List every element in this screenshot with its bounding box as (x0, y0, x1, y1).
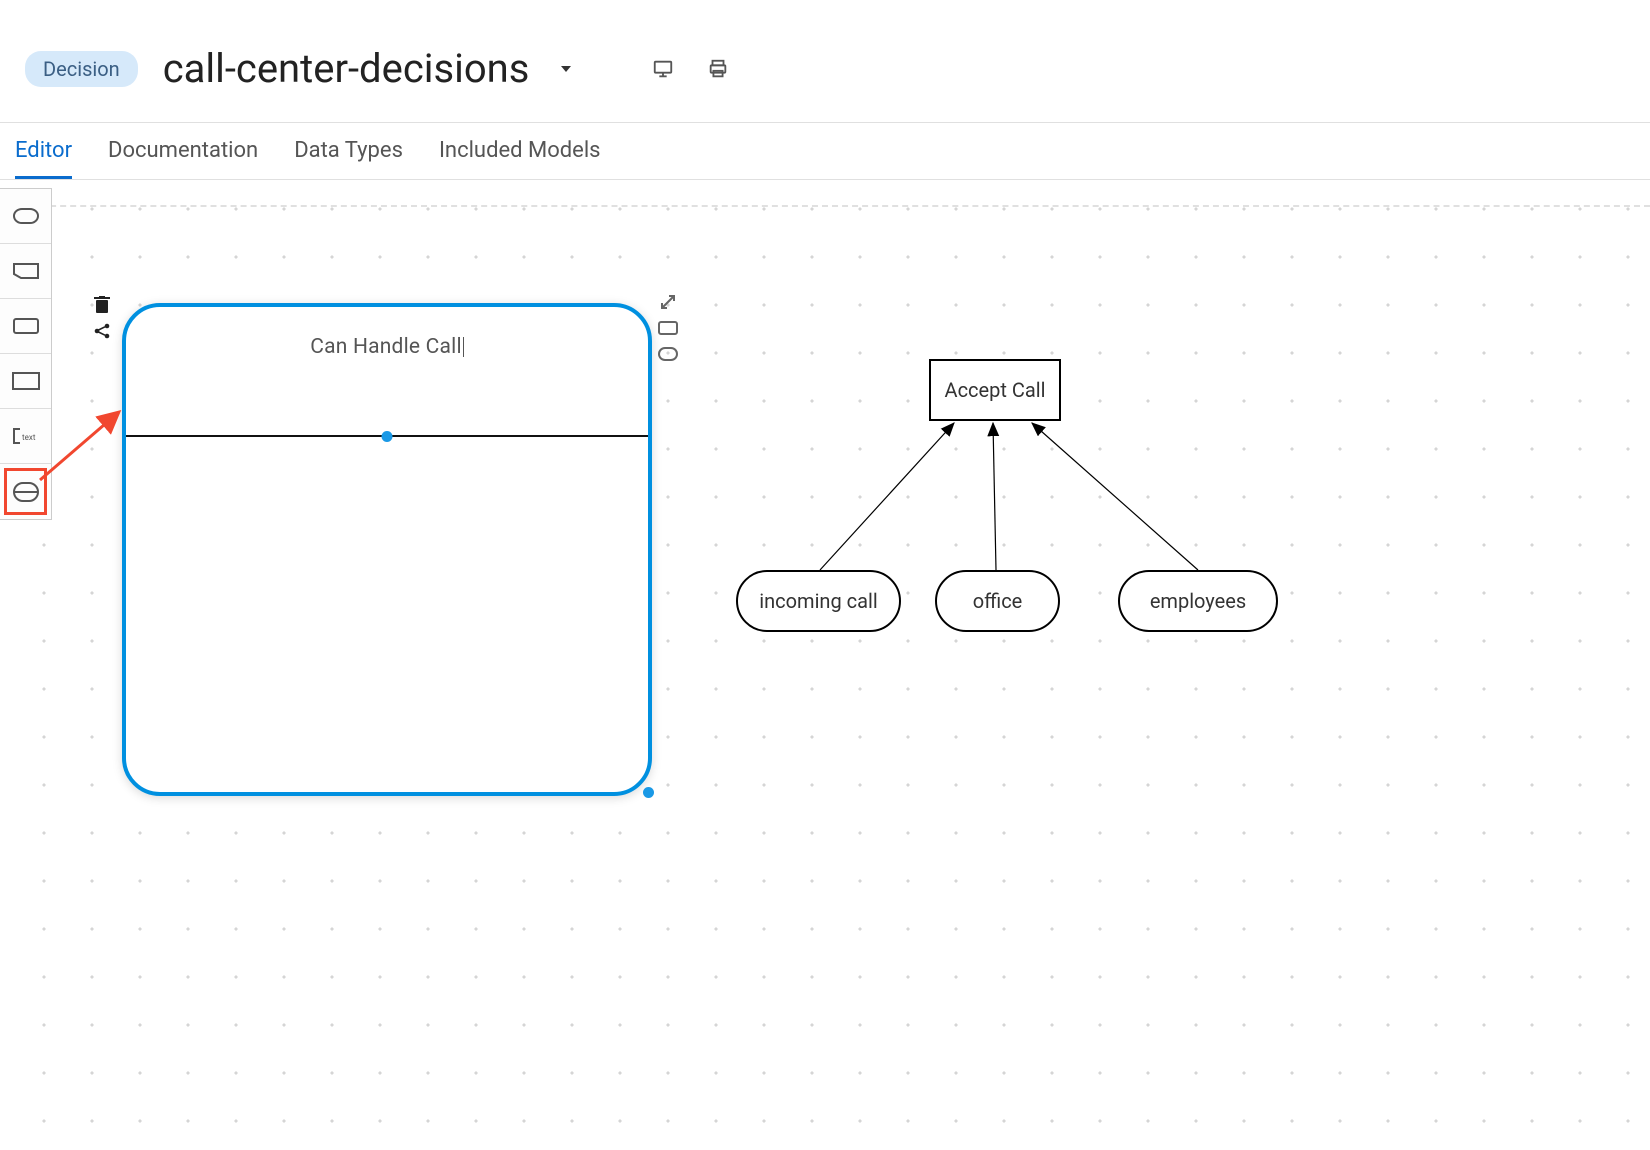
title-dropdown-icon[interactable] (554, 57, 578, 81)
mini-decision-icon[interactable] (658, 318, 678, 338)
print-icon[interactable] (703, 54, 733, 84)
asset-title: call-center-decisions (163, 45, 530, 92)
decision-service-divider[interactable] (126, 435, 648, 437)
palette-knowledge-source-icon[interactable] (0, 354, 51, 409)
asset-type-badge: Decision (25, 51, 138, 87)
decision-service-node[interactable]: Can Handle Call (122, 303, 652, 796)
divider-handle[interactable] (382, 431, 393, 442)
expand-icon[interactable] (658, 292, 678, 312)
decision-service-title-text: Can Handle Call (310, 335, 462, 359)
input-node-label: office (973, 589, 1023, 613)
decision-node-accept-call[interactable]: Accept Call (929, 359, 1061, 421)
input-node-office[interactable]: office (935, 570, 1060, 632)
decision-service-title[interactable]: Can Handle Call (126, 307, 648, 359)
share-icon[interactable] (92, 321, 112, 341)
input-node-label: incoming call (759, 589, 878, 613)
shape-palette: text (0, 188, 52, 520)
workspace[interactable]: text Can Handle Call (0, 180, 1650, 1150)
tab-documentation[interactable]: Documentation (108, 138, 258, 179)
delete-icon[interactable] (92, 295, 112, 315)
decision-node-label: Accept Call (945, 378, 1046, 402)
palette-decision-service-icon[interactable] (0, 464, 51, 519)
palette-text-annotation-icon[interactable]: text (0, 409, 51, 464)
tab-editor[interactable]: Editor (15, 138, 72, 179)
palette-knowledge-model-icon[interactable] (0, 244, 51, 299)
input-node-label: employees (1150, 589, 1246, 613)
node-tools-left (92, 295, 112, 341)
node-tools-right (658, 292, 678, 364)
mini-input-icon[interactable] (658, 344, 678, 364)
resize-handle[interactable] (643, 787, 654, 798)
svg-text:text: text (22, 433, 36, 442)
monitor-icon[interactable] (648, 54, 678, 84)
tab-data-types[interactable]: Data Types (294, 138, 403, 179)
tab-bar: Editor Documentation Data Types Included… (0, 123, 1650, 180)
input-node-employees[interactable]: employees (1118, 570, 1278, 632)
palette-decision-icon[interactable] (0, 299, 51, 354)
tab-included-models[interactable]: Included Models (439, 138, 601, 179)
canvas-ruler-line (0, 205, 1650, 207)
input-node-incoming-call[interactable]: incoming call (736, 570, 901, 632)
palette-input-data-icon[interactable] (0, 189, 51, 244)
header: Decision call-center-decisions (0, 0, 1650, 122)
